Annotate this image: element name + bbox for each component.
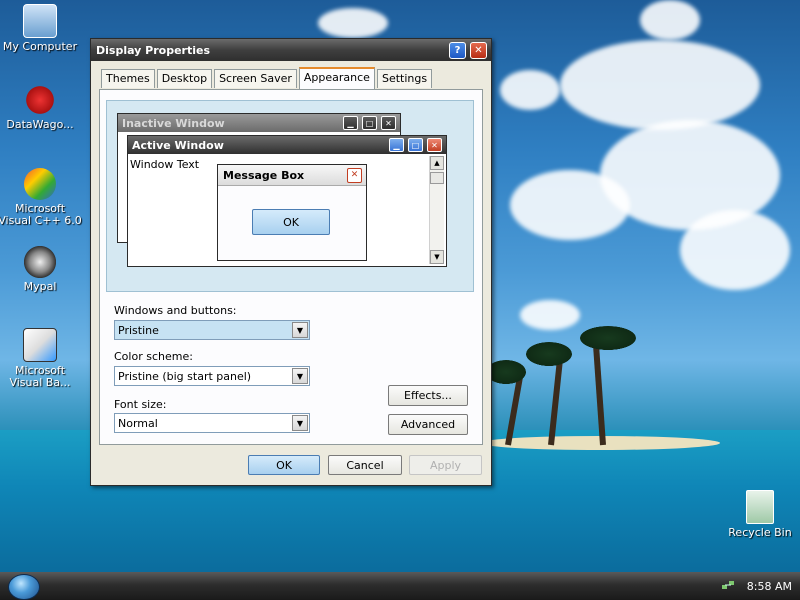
desktop-icon-label: Microsoft Visual Ba... [9,364,71,389]
desktop-icon-label: Microsoft Visual C++ 6.0 [0,202,82,227]
tab-screen-saver[interactable]: Screen Saver [214,69,297,88]
tab-appearance[interactable]: Appearance [298,67,375,89]
color-scheme-value: Pristine (big start panel) [118,369,252,383]
desktop-icon-datawagon[interactable]: DataWago... [0,84,82,131]
apply-button[interactable]: Apply [409,455,482,475]
system-tray: 8:58 AM [706,572,800,600]
network-icon[interactable] [721,579,735,593]
font-size-label: Font size: [114,398,167,411]
active-window-titlebar: Active Window ▁ □ ✕ [128,136,446,154]
inactive-window-titlebar: Inactive Window ▁ □ ✕ [118,114,400,132]
tab-strip: Themes Desktop Screen Saver Appearance S… [101,67,434,89]
recycle-bin-icon [746,490,774,524]
tab-settings[interactable]: Settings [376,69,433,88]
preview-message-box: Message Box ✕ OK [217,164,367,261]
desktop-icon-visual-basic[interactable]: Microsoft Visual Ba... [0,328,82,389]
message-box-titlebar: Message Box ✕ [218,165,366,186]
taskbar: 8:58 AM [0,572,800,600]
windows-buttons-value: Pristine [118,323,159,337]
dialog-titlebar[interactable]: Display Properties ? ✕ [91,39,491,61]
scroll-down-arrow-icon: ▼ [430,250,444,264]
clock[interactable]: 8:58 AM [747,580,792,593]
desktop-icon-my-computer[interactable]: My Computer [0,4,82,53]
message-box-ok-button: OK [252,209,330,235]
window-text: Window Text [130,158,200,171]
mypal-icon [24,246,56,278]
close-icon: ✕ [381,116,396,130]
ok-button[interactable]: OK [248,455,320,475]
my-computer-icon [23,4,57,38]
scroll-up-arrow-icon: ▲ [430,156,444,170]
close-icon: ✕ [347,167,362,183]
help-button[interactable]: ? [449,41,466,59]
dialog-title: Display Properties [96,43,211,57]
color-scheme-label: Color scheme: [114,350,193,363]
windows-buttons-label: Windows and buttons: [114,304,237,317]
minimize-icon: ▁ [343,116,358,130]
datawagon-icon [24,84,56,116]
tab-themes[interactable]: Themes [101,69,155,88]
chevron-down-icon[interactable]: ▼ [292,322,308,338]
scroll-thumb [430,172,444,184]
message-box-title: Message Box [223,168,305,182]
chevron-down-icon[interactable]: ▼ [292,415,308,431]
display-properties-dialog: Display Properties ? ✕ Themes Desktop Sc… [90,38,492,486]
appearance-panel: Inactive Window ▁ □ ✕ Active Window ▁ □ … [99,89,483,445]
desktop-icon-label: DataWago... [6,118,74,131]
maximize-icon: □ [362,116,377,130]
close-button[interactable]: ✕ [470,41,487,59]
desktop-icon-label: My Computer [2,40,78,53]
effects-button[interactable]: Effects... [388,385,468,406]
visual-cpp-icon [24,168,56,200]
desktop-icon-visual-cpp[interactable]: Microsoft Visual C++ 6.0 [0,168,82,227]
font-size-select[interactable]: Normal ▼ [114,413,310,433]
tab-desktop[interactable]: Desktop [156,69,213,88]
desktop-icon-mypal[interactable]: Mypal [0,246,82,293]
cancel-button[interactable]: Cancel [328,455,402,475]
close-icon: ✕ [427,138,442,152]
color-scheme-select[interactable]: Pristine (big start panel) ▼ [114,366,310,386]
advanced-button[interactable]: Advanced [388,414,468,435]
chevron-down-icon[interactable]: ▼ [292,368,308,384]
active-window-title: Active Window [132,138,224,152]
desktop-icon-recycle-bin[interactable]: Recycle Bin [718,490,800,539]
visual-basic-icon [23,328,57,362]
font-size-value: Normal [118,416,158,430]
desktop-icon-label: Mypal [23,280,57,293]
inactive-window-title: Inactive Window [122,116,225,130]
maximize-icon: □ [408,138,423,152]
desktop-icon-label: Recycle Bin [728,526,792,539]
start-button[interactable] [8,574,40,600]
preview-scrollbar: ▲ ▼ [429,156,444,264]
windows-buttons-select[interactable]: Pristine ▼ [114,320,310,340]
minimize-icon: ▁ [389,138,404,152]
